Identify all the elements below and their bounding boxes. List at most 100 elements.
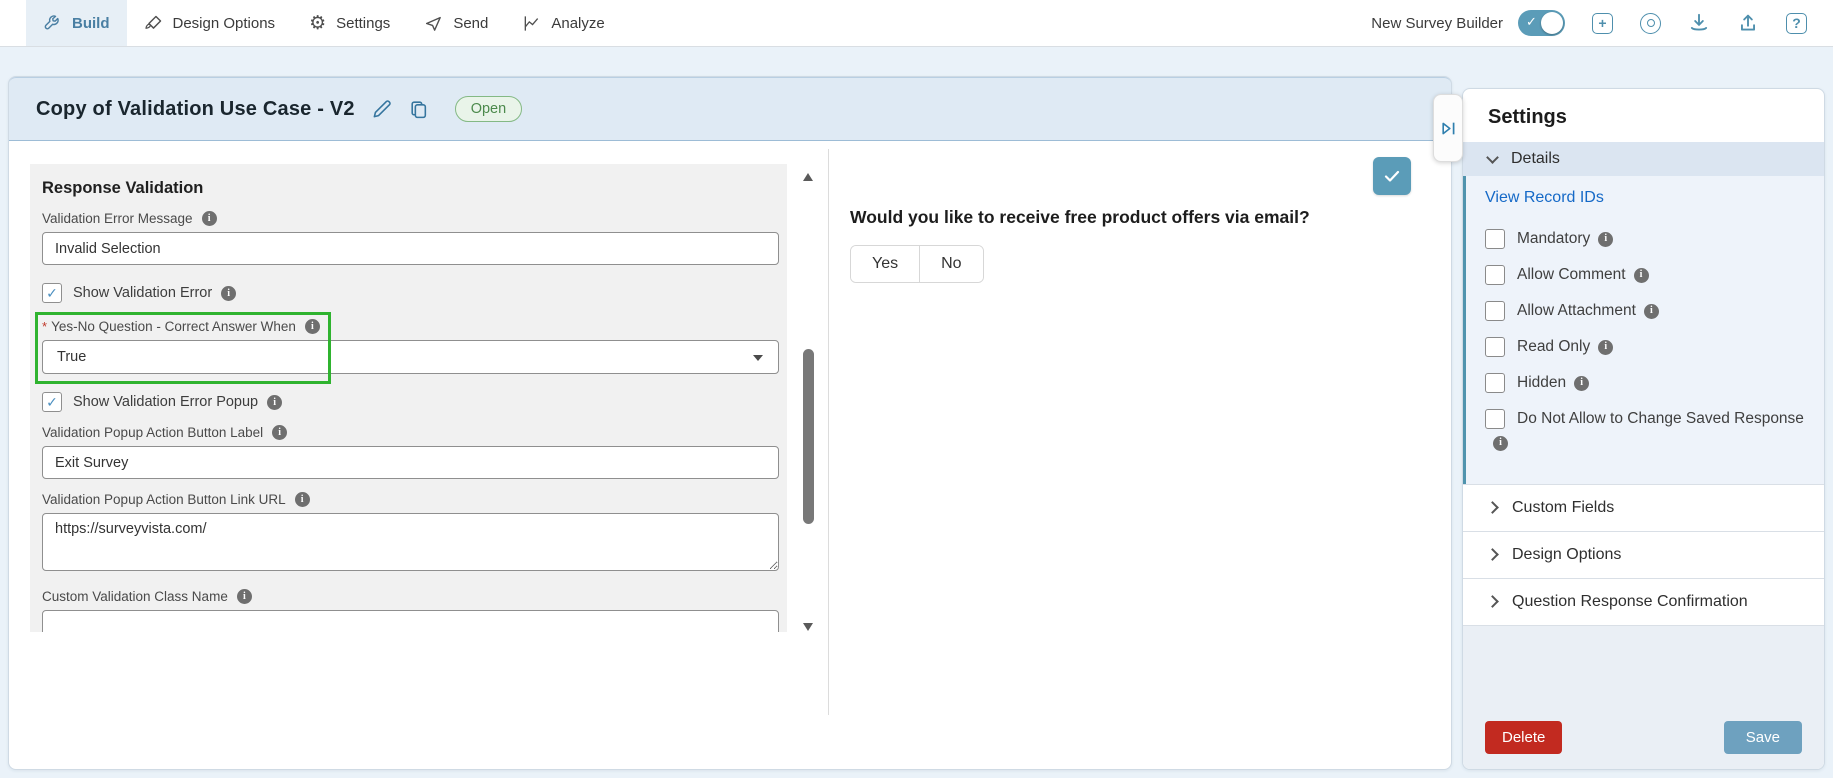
question-preview-area: Would you like to receive free product o…	[850, 141, 1435, 283]
hidden-checkbox[interactable]	[1485, 373, 1505, 394]
preview-button[interactable]	[1640, 12, 1661, 34]
info-icon[interactable]: i	[304, 319, 320, 334]
question-response-confirmation-accordion[interactable]: Question Response Confirmation	[1463, 577, 1824, 625]
tab-design-options[interactable]: Design Options	[127, 0, 293, 46]
send-icon	[424, 14, 443, 33]
checkbox-label: Read Only	[1517, 338, 1591, 356]
checkbox-label: Mandatory	[1517, 230, 1591, 247]
show-validation-error-popup-row: ✓ Show Validation Error Popup i	[42, 392, 777, 412]
validation-error-message-input[interactable]	[42, 232, 779, 265]
apply-check-button[interactable]	[1373, 157, 1411, 195]
new-survey-builder-toggle[interactable]: ✓	[1518, 10, 1565, 36]
show-validation-error-checkbox[interactable]: ✓	[42, 283, 62, 303]
tab-label: Build	[72, 14, 110, 32]
read-only-checkbox[interactable]	[1485, 337, 1505, 358]
required-marker: *	[42, 319, 48, 334]
tab-label: Send	[453, 14, 489, 32]
allow-attachment-checkbox[interactable]	[1485, 301, 1505, 322]
details-section-body: View Record IDs Mandatory i Allow Comment…	[1463, 176, 1824, 484]
save-button[interactable]: Save	[1723, 721, 1802, 754]
tab-send[interactable]: Send	[407, 0, 505, 46]
tab-build[interactable]: Build	[26, 0, 127, 46]
checkbox-label: Allow Attachment	[1517, 302, 1636, 320]
add-question-button[interactable]: +	[1592, 12, 1613, 34]
download-button[interactable]	[1688, 12, 1710, 34]
tab-label: Analyze	[551, 14, 605, 32]
do-not-allow-change-row: Do Not Allow to Change Saved Response i	[1485, 407, 1804, 455]
details-accordion-header[interactable]: Details	[1463, 142, 1824, 176]
pencil-icon	[373, 99, 391, 117]
info-icon[interactable]: i	[236, 589, 252, 604]
popup-action-button-url-textarea[interactable]: https://surveyvista.com/	[42, 513, 779, 571]
checkbox-check-icon: ✓	[46, 285, 58, 301]
edit-title-button[interactable]	[371, 99, 392, 120]
show-validation-error-row: ✓ Show Validation Error i	[42, 283, 777, 303]
info-icon[interactable]: i	[272, 425, 288, 440]
view-record-ids-link[interactable]: View Record IDs	[1485, 189, 1604, 207]
scroll-down-icon[interactable]	[803, 623, 813, 631]
form-heading: Response Validation	[42, 179, 204, 197]
copy-survey-button[interactable]	[408, 99, 429, 120]
info-icon[interactable]: i	[1493, 435, 1508, 451]
accordion-label: Design Options	[1512, 545, 1622, 563]
info-icon[interactable]: i	[1643, 303, 1659, 319]
allow-comment-checkbox[interactable]	[1485, 265, 1505, 286]
form-scrollbar[interactable]	[800, 171, 817, 633]
allow-comment-row: Allow Comment i	[1485, 263, 1804, 287]
no-option-button[interactable]: No	[920, 246, 983, 282]
survey-builder-card: Copy of Validation Use Case - V2 Open Re…	[8, 76, 1452, 770]
question-mark-icon: ?	[1786, 12, 1807, 34]
tab-settings[interactable]: ⚙ Settings	[292, 0, 407, 46]
info-icon[interactable]: i	[267, 394, 283, 410]
info-icon[interactable]: i	[201, 211, 217, 226]
chevron-down-icon	[1486, 150, 1499, 164]
wrench-icon	[43, 14, 62, 33]
survey-title: Copy of Validation Use Case - V2	[36, 97, 355, 120]
tab-label: Settings	[336, 14, 391, 32]
correct-answer-when-group: * Yes-No Question - Correct Answer When …	[35, 312, 779, 384]
help-button[interactable]: ?	[1786, 12, 1807, 34]
info-icon[interactable]: i	[294, 492, 310, 507]
paintbrush-icon	[144, 14, 163, 33]
tab-analyze[interactable]: Analyze	[505, 0, 621, 46]
info-icon[interactable]: i	[221, 285, 237, 301]
info-icon[interactable]: i	[1598, 339, 1614, 355]
correct-answer-when-select[interactable]: True	[42, 340, 779, 374]
checkbox-check-icon: ✓	[46, 394, 58, 410]
info-icon[interactable]: i	[1598, 231, 1614, 247]
vertical-divider	[828, 149, 829, 715]
custom-validation-class-input[interactable]	[42, 610, 779, 632]
response-validation-panel: Response Validation Validation Error Mes…	[30, 164, 787, 632]
popup-action-button-label-input[interactable]	[42, 446, 779, 479]
details-label: Details	[1511, 150, 1560, 167]
collapse-settings-button[interactable]	[1433, 94, 1463, 162]
custom-fields-accordion[interactable]: Custom Fields	[1463, 483, 1824, 531]
chevron-right-icon	[1486, 548, 1499, 561]
upload-button[interactable]	[1737, 12, 1759, 34]
checkbox-label: Hidden	[1517, 374, 1567, 392]
popup-action-button-label-label: Validation Popup Action Button Label i	[42, 425, 777, 440]
do-not-allow-change-checkbox[interactable]	[1485, 409, 1505, 430]
card-body: Response Validation Validation Error Mes…	[9, 141, 1451, 769]
yes-option-button[interactable]: Yes	[851, 246, 921, 282]
upload-icon	[1741, 14, 1755, 31]
mandatory-checkbox[interactable]	[1485, 229, 1505, 249]
toolbar-right: New Survey Builder ✓ + ?	[1371, 10, 1807, 36]
copy-icon	[411, 100, 426, 118]
settings-footer: Delete Save	[1463, 624, 1824, 769]
checkbox-label: Do Not Allow to Change Saved Response	[1517, 410, 1804, 428]
allow-attachment-row: Allow Attachment i	[1485, 299, 1804, 323]
chevron-down-icon	[753, 355, 763, 361]
info-icon[interactable]: i	[1633, 267, 1649, 283]
delete-button[interactable]: Delete	[1485, 721, 1563, 754]
show-validation-error-popup-checkbox[interactable]: ✓	[42, 392, 62, 412]
toggle-check-icon: ✓	[1526, 14, 1537, 29]
info-icon[interactable]: i	[1574, 375, 1590, 391]
select-value: True	[57, 349, 87, 365]
scrollbar-thumb[interactable]	[803, 349, 814, 524]
survey-header-bar: Copy of Validation Use Case - V2 Open	[9, 77, 1451, 141]
design-options-accordion[interactable]: Design Options	[1463, 530, 1824, 578]
settings-panel: Settings Details View Record IDs Mandato…	[1462, 88, 1825, 770]
mandatory-row: Mandatory i	[1485, 227, 1804, 251]
scroll-up-icon[interactable]	[803, 173, 813, 181]
